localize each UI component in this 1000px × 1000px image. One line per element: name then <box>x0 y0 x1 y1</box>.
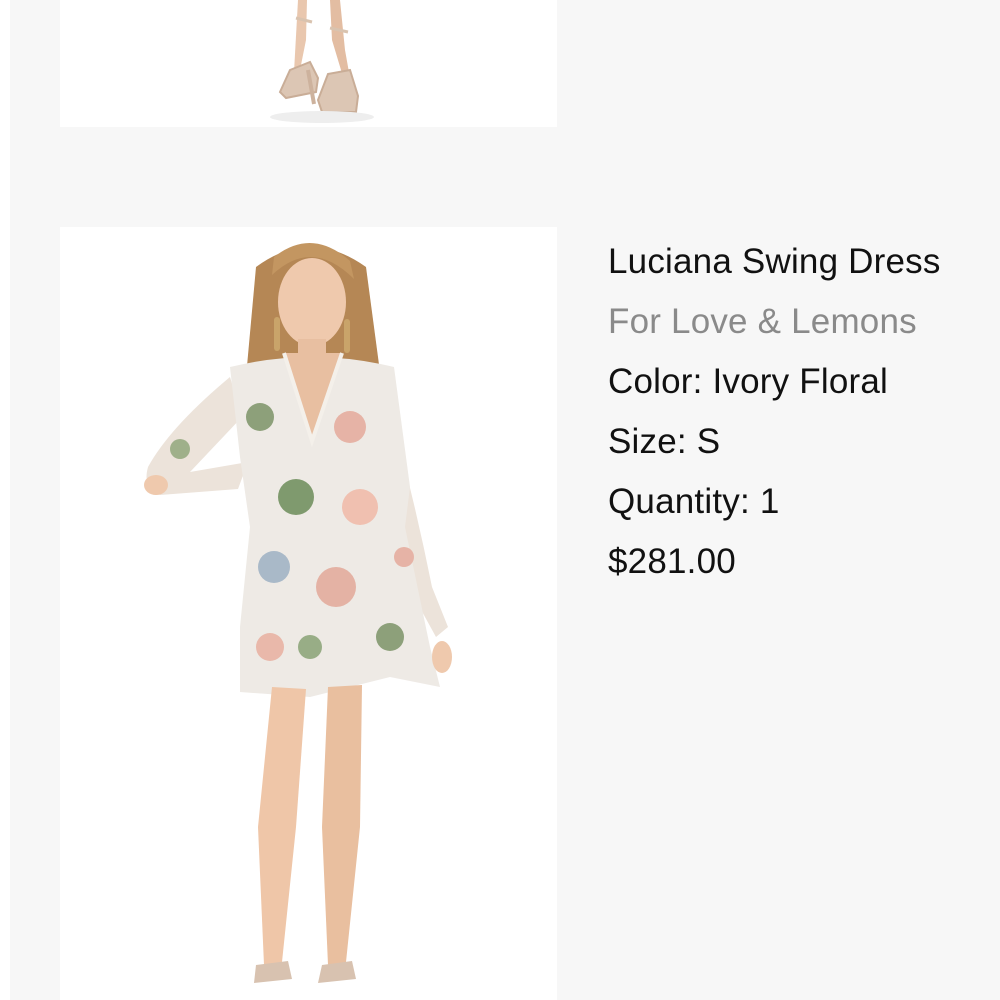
product-name[interactable]: Luciana Swing Dress <box>608 232 1000 292</box>
product-image[interactable] <box>60 227 557 1000</box>
color-label: Color: <box>608 362 703 401</box>
product-details: Luciana Swing Dress For Love & Lemons Co… <box>608 232 1000 592</box>
size-value: S <box>696 422 721 461</box>
dress-photo <box>144 242 452 983</box>
quantity-value: 1 <box>759 482 780 521</box>
color-value: Ivory Floral <box>712 362 888 401</box>
product-size: Size: S <box>608 412 1000 472</box>
product-price: $281.00 <box>608 542 736 581</box>
product-color: Color: Ivory Floral <box>608 352 1000 412</box>
product-image-previous[interactable] <box>60 0 557 127</box>
heels-photo <box>270 0 374 123</box>
order-summary-page: Luciana Swing Dress For Love & Lemons Co… <box>10 0 1000 1000</box>
product-brand[interactable]: For Love & Lemons <box>608 292 1000 352</box>
size-label: Size: <box>608 422 687 461</box>
quantity-label: Quantity: <box>608 482 750 521</box>
product-quantity: Quantity: 1 <box>608 472 1000 532</box>
